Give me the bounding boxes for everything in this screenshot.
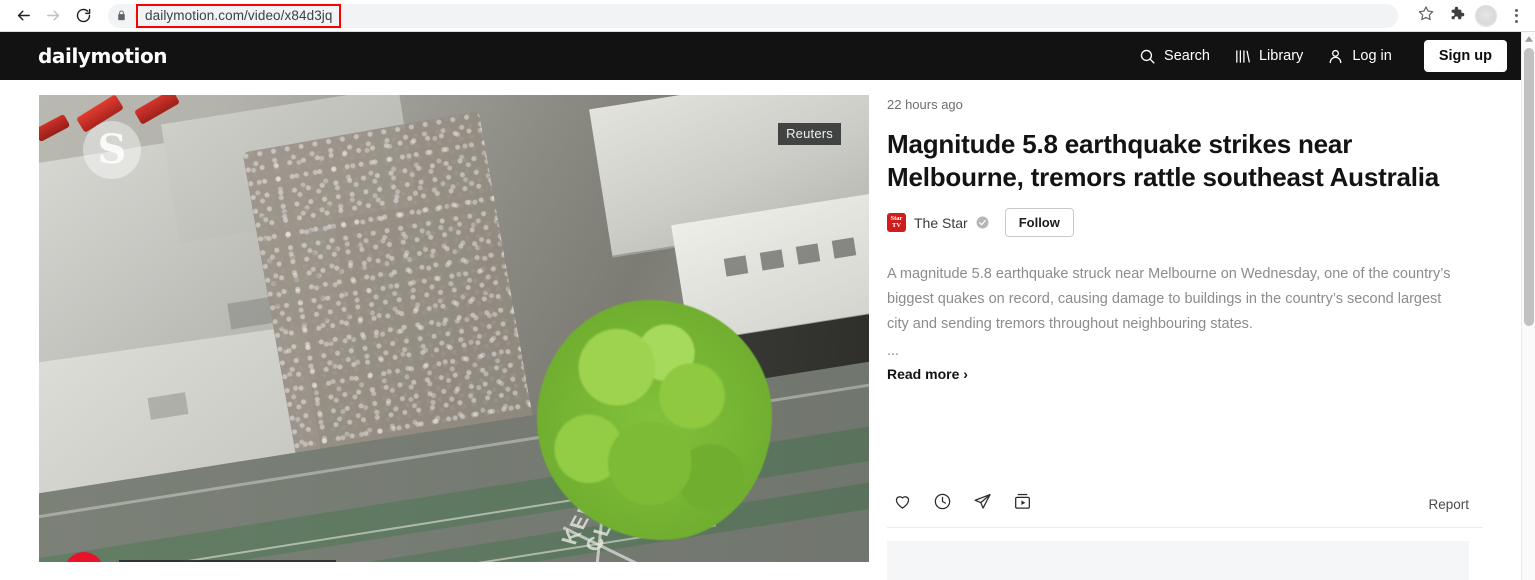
- library-icon: [1234, 48, 1251, 65]
- channel-watermark: S: [83, 121, 141, 179]
- person-icon: [1327, 48, 1344, 65]
- paper-plane-icon: [973, 492, 992, 516]
- playlist-add-icon: [1013, 492, 1032, 516]
- page-scrollbar[interactable]: [1521, 32, 1535, 580]
- scroll-up-arrow-icon[interactable]: [1522, 32, 1535, 46]
- add-to-playlist-button[interactable]: [1011, 493, 1033, 515]
- video-frame: KEEPCLEAR S Reuters MELBOU: [39, 95, 869, 562]
- location-city: MELBOURNE: [119, 560, 336, 562]
- description-ellipsis: ...: [887, 343, 1483, 360]
- browser-menu-button[interactable]: [1501, 1, 1531, 31]
- clock-icon: [933, 492, 952, 516]
- verified-check-icon: [976, 216, 989, 229]
- reload-button[interactable]: [68, 1, 98, 31]
- heart-icon: [893, 492, 912, 516]
- report-link[interactable]: Report: [1428, 497, 1483, 512]
- profile-avatar-icon: [1475, 5, 1497, 27]
- reload-icon: [75, 7, 92, 24]
- channel-row: Star TV The Star Follow: [887, 208, 1483, 237]
- nav-label-login: Log in: [1352, 48, 1392, 64]
- browser-toolbar-right: [1411, 0, 1535, 32]
- ad-placeholder: [887, 541, 1469, 580]
- browser-toolbar: dailymotion.com/video/x84d3jq: [0, 0, 1535, 32]
- source-watermark: Reuters: [778, 123, 841, 145]
- bookmark-button[interactable]: [1411, 1, 1441, 31]
- video-action-bar: Report: [887, 493, 1483, 528]
- dailymotion-logo[interactable]: dailymotion: [38, 44, 167, 68]
- signup-button[interactable]: Sign up: [1424, 40, 1507, 72]
- nav-label-search: Search: [1164, 48, 1210, 64]
- channel-logo[interactable]: Star TV: [887, 213, 906, 232]
- channel-name[interactable]: The Star: [914, 215, 968, 231]
- video-title: Magnitude 5.8 earthquake strikes near Me…: [887, 128, 1483, 193]
- channel-logo-line2: TV: [892, 223, 901, 230]
- site-header: dailymotion Search Library: [0, 32, 1521, 80]
- nav-item-library[interactable]: Library: [1234, 48, 1303, 65]
- url-highlight-box: dailymotion.com/video/x84d3jq: [136, 4, 341, 28]
- video-info-panel: 22 hours ago Magnitude 5.8 earthquake st…: [887, 95, 1483, 580]
- url-text[interactable]: dailymotion.com/video/x84d3jq: [145, 8, 333, 23]
- puzzle-piece-icon: [1448, 5, 1465, 27]
- page-viewport: dailymotion Search Library: [0, 32, 1521, 580]
- forward-button[interactable]: [38, 1, 68, 31]
- share-button[interactable]: [971, 493, 993, 515]
- lock-icon: [108, 4, 134, 28]
- video-timestamp: 22 hours ago: [887, 97, 1483, 112]
- address-bar[interactable]: dailymotion.com/video/x84d3jq: [108, 4, 1398, 28]
- arrow-left-icon: [15, 7, 32, 24]
- page-content: KEEPCLEAR S Reuters MELBOU: [0, 80, 1521, 580]
- scrollbar-thumb[interactable]: [1524, 48, 1534, 326]
- read-more-link[interactable]: Read more ›: [887, 366, 968, 382]
- profile-button[interactable]: [1471, 1, 1501, 31]
- search-icon: [1139, 48, 1156, 65]
- back-button[interactable]: [8, 1, 38, 31]
- video-player[interactable]: KEEPCLEAR S Reuters MELBOU: [39, 95, 869, 562]
- video-description: A magnitude 5.8 earthquake struck near M…: [887, 262, 1467, 337]
- arrow-right-icon: [45, 7, 62, 24]
- three-dot-menu-icon: [1515, 9, 1518, 23]
- star-icon: [1418, 5, 1434, 26]
- like-button[interactable]: [891, 493, 913, 515]
- nav-label-library: Library: [1259, 48, 1303, 64]
- nav-item-search[interactable]: Search: [1139, 48, 1210, 65]
- header-nav: Search Library Log in: [1139, 40, 1507, 72]
- nav-item-login[interactable]: Log in: [1327, 48, 1392, 65]
- watch-later-button[interactable]: [931, 493, 953, 515]
- follow-button[interactable]: Follow: [1005, 208, 1074, 237]
- extensions-button[interactable]: [1441, 1, 1471, 31]
